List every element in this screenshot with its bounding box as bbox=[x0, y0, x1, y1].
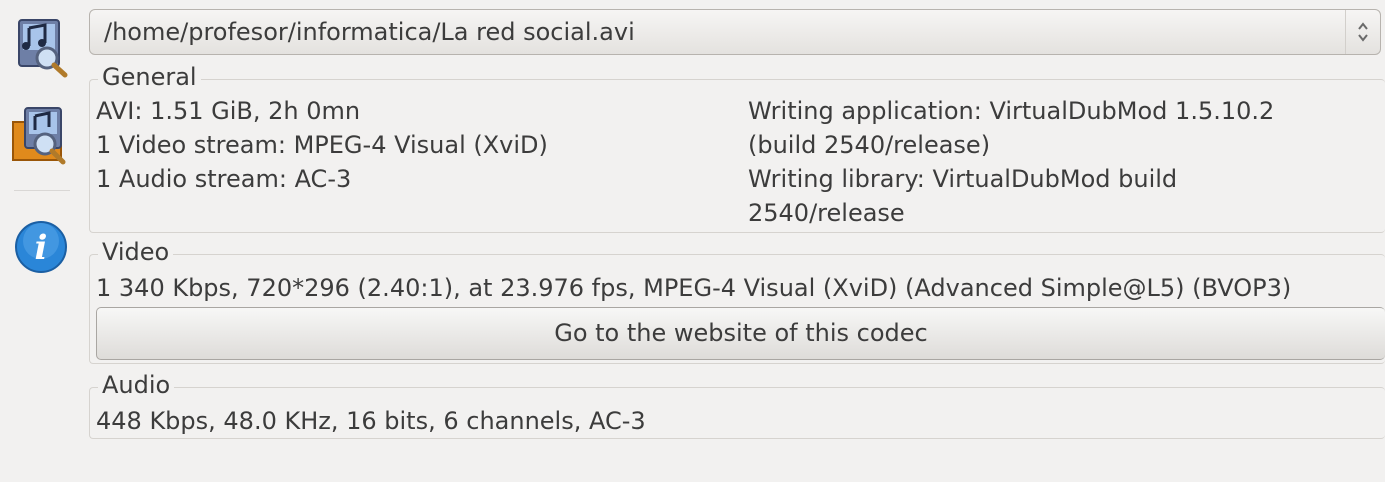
toolbar-separator bbox=[14, 190, 70, 191]
general-audio-streams: 1 Audio stream: AC-3 bbox=[96, 165, 352, 193]
video-title: Video bbox=[98, 238, 174, 266]
open-folder-button[interactable] bbox=[8, 100, 74, 170]
audio-title: Audio bbox=[98, 371, 175, 399]
codec-website-button[interactable]: Go to the website of this codec bbox=[96, 307, 1385, 360]
file-select[interactable]: /home/profesor/informatica/La red social… bbox=[89, 9, 1381, 55]
about-button[interactable]: i bbox=[8, 212, 74, 282]
general-writing-application-build: (build 2540/release) bbox=[748, 131, 991, 159]
media-info-button[interactable] bbox=[8, 10, 74, 80]
svg-text:i: i bbox=[35, 228, 48, 268]
general-writing-library-build: 2540/release bbox=[748, 199, 905, 227]
general-video-streams: 1 Video stream: MPEG-4 Visual (XviD) bbox=[96, 131, 548, 159]
general-title: General bbox=[98, 63, 201, 91]
general-format: AVI: 1.51 GiB, 2h 0mn bbox=[96, 97, 361, 125]
toolbar: i bbox=[0, 0, 80, 482]
general-writing-application: Writing application: VirtualDubMod 1.5.1… bbox=[748, 97, 1275, 125]
file-path: /home/profesor/informatica/La red social… bbox=[104, 18, 635, 46]
folder-media-icon bbox=[12, 107, 66, 165]
audio-details: 448 Kbps, 48.0 KHz, 16 bits, 6 channels,… bbox=[96, 407, 646, 435]
media-info-icon bbox=[18, 19, 68, 78]
general-writing-library: Writing library: VirtualDubMod build bbox=[748, 165, 1178, 193]
file-select-spinner[interactable] bbox=[1345, 10, 1380, 54]
video-details: 1 340 Kbps, 720*296 (2.40:1), at 23.976 … bbox=[96, 274, 1292, 302]
info-icon: i bbox=[15, 221, 67, 273]
chevron-up-down-icon bbox=[1358, 22, 1368, 42]
